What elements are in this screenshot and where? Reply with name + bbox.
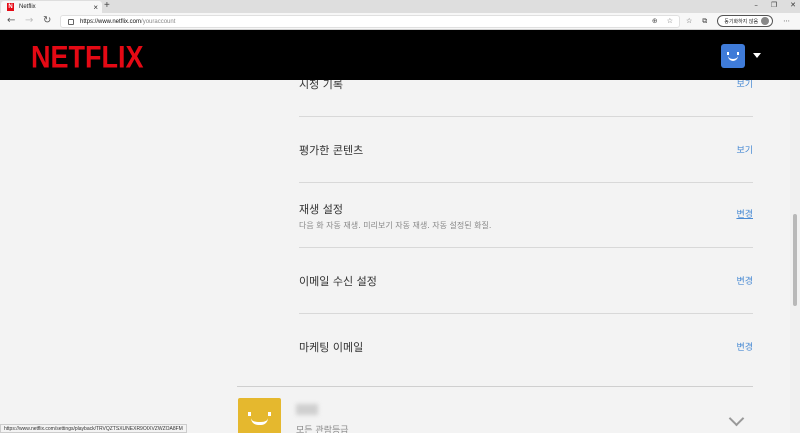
profile-avatar-icon bbox=[761, 17, 770, 25]
browser-toolbar: ← → ↻ https://www.netflix.com/youraccoun… bbox=[0, 13, 800, 30]
tab-title: Netflix bbox=[19, 4, 36, 10]
view-rated-content-link[interactable]: 보기 bbox=[736, 143, 753, 156]
url-path: /youraccount bbox=[141, 18, 176, 25]
netflix-logo[interactable]: NETFLIX bbox=[31, 40, 144, 76]
avatar-smile bbox=[728, 56, 738, 61]
row-title: 시청 기록 bbox=[299, 80, 343, 91]
divider bbox=[299, 182, 753, 183]
tab-netflix[interactable]: N Netflix × bbox=[1, 1, 102, 13]
change-marketing-email-link[interactable]: 변경 bbox=[736, 340, 753, 353]
minimize-icon[interactable]: – bbox=[754, 1, 758, 9]
profile-avatar-icon bbox=[238, 398, 281, 433]
browser-tabbar: N Netflix × + – ❐ ✕ bbox=[0, 0, 800, 13]
netflix-favicon-icon: N bbox=[7, 3, 14, 11]
sync-label: 동기화하지 않음 bbox=[724, 18, 759, 25]
avatar-smile bbox=[251, 418, 268, 425]
favorite-star-icon[interactable]: ☆ bbox=[667, 17, 673, 25]
section-divider bbox=[237, 386, 753, 387]
sync-profile-button[interactable]: 동기화하지 않음 bbox=[717, 15, 774, 27]
forward-icon[interactable]: → bbox=[25, 15, 33, 26]
maximize-icon[interactable]: ❐ bbox=[771, 1, 777, 9]
favorites-icon[interactable]: ☆ bbox=[686, 17, 692, 25]
account-settings: 시청 기록 보기 평가한 콘텐츠 보기 재생 설정 다음 화 자동 재생. 미리… bbox=[0, 80, 790, 433]
settings-row-rated-content: 평가한 콘텐츠 보기 bbox=[299, 142, 753, 158]
url-text[interactable]: https://www.netflix.com/youraccount bbox=[80, 19, 175, 25]
url-host: https://www.netflix.com bbox=[80, 18, 142, 25]
close-window-icon[interactable]: ✕ bbox=[790, 1, 796, 9]
tab-close-icon[interactable]: × bbox=[93, 3, 98, 12]
omnibox-icons: ⊕ ☆ bbox=[652, 17, 673, 25]
settings-row-playback: 재생 설정 다음 화 자동 재생. 미리보기 자동 재생. 자동 설정된 화질.… bbox=[299, 201, 753, 231]
netflix-header: NETFLIX bbox=[0, 30, 800, 80]
avatar-eye bbox=[727, 52, 729, 55]
lock-icon bbox=[68, 18, 74, 25]
change-playback-link[interactable]: 변경 bbox=[736, 207, 753, 220]
avatar-eye bbox=[268, 412, 271, 416]
settings-row-viewing-history: 시청 기록 보기 bbox=[299, 80, 753, 92]
row-title: 평가한 콘텐츠 bbox=[299, 144, 364, 157]
row-title: 마케팅 이메일 bbox=[299, 341, 364, 354]
row-subtitle: 다음 화 자동 재생. 미리보기 자동 재생. 자동 설정된 화질. bbox=[299, 221, 492, 230]
expand-profile-chevron-down-icon[interactable] bbox=[728, 410, 745, 427]
avatar-eye bbox=[737, 52, 739, 55]
settings-row-email: 이메일 수신 설정 변경 bbox=[299, 273, 753, 289]
divider bbox=[299, 116, 753, 117]
page-scrollbar[interactable] bbox=[790, 80, 800, 433]
status-bar-url: https://www.netflix.com/settings/playbac… bbox=[0, 424, 187, 433]
account-caret-icon[interactable] bbox=[753, 53, 761, 58]
toolbar-right: ☆ ⧉ 동기화하지 않음 ⋯ bbox=[686, 15, 790, 27]
avatar-eye bbox=[248, 412, 251, 416]
new-tab-button[interactable]: + bbox=[104, 0, 110, 11]
collections-icon[interactable]: ⧉ bbox=[702, 17, 707, 26]
change-email-link[interactable]: 변경 bbox=[736, 274, 753, 287]
profile-name-blurred bbox=[296, 404, 318, 415]
view-viewing-history-link[interactable]: 보기 bbox=[736, 80, 753, 90]
window-controls: – ❐ ✕ bbox=[754, 1, 796, 9]
profile-maturity-rating: 모든 관람등급 bbox=[296, 426, 349, 433]
address-bar[interactable]: https://www.netflix.com/youraccount ⊕ ☆ bbox=[60, 15, 680, 28]
divider bbox=[299, 247, 753, 248]
account-avatar-icon[interactable] bbox=[721, 44, 745, 68]
back-icon[interactable]: ← bbox=[7, 15, 15, 26]
more-menu-icon[interactable]: ⋯ bbox=[783, 17, 790, 25]
scrollbar-thumb[interactable] bbox=[793, 214, 797, 306]
divider bbox=[299, 313, 753, 314]
settings-row-marketing-email: 마케팅 이메일 변경 bbox=[299, 339, 753, 355]
row-title: 이메일 수신 설정 bbox=[299, 275, 377, 288]
zoom-icon[interactable]: ⊕ bbox=[652, 17, 658, 25]
refresh-icon[interactable]: ↻ bbox=[43, 15, 51, 26]
row-title: 재생 설정 bbox=[299, 203, 343, 216]
